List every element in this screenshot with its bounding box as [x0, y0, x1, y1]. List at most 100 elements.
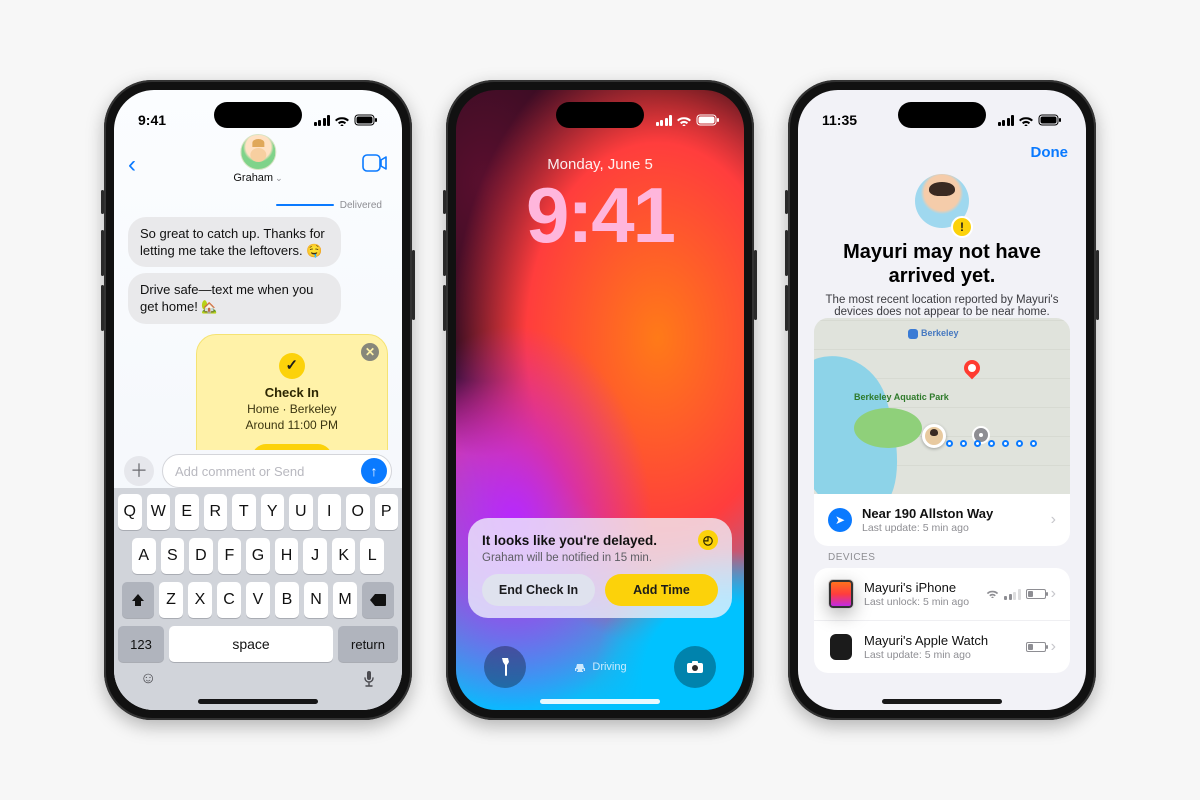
backspace-key[interactable] [362, 582, 394, 618]
home-indicator[interactable] [882, 699, 1002, 704]
key-c[interactable]: C [217, 582, 241, 618]
compose-bar: ＋ Add comment or Send ↑ [124, 454, 392, 488]
phone-checkin-details: 11:35 Done ! Mayuri may not have arrived… [788, 80, 1096, 720]
shift-key[interactable] [122, 582, 154, 618]
phone-lockscreen: 9:41 Monday, June 5 9:41 It looks like y… [446, 80, 754, 720]
key-o[interactable]: O [346, 494, 370, 530]
add-time-button[interactable]: Add Time [605, 574, 718, 606]
focus-indicator[interactable]: Driving [573, 661, 626, 673]
location-row[interactable]: ➤ Near 190 Allston Way Last update: 5 mi… [814, 494, 1070, 546]
key-v[interactable]: V [246, 582, 270, 618]
modal-toolbar: Done [798, 134, 1086, 170]
destination-pin-icon [961, 357, 984, 380]
keyboard-row: ASDFGHJKL [118, 538, 398, 574]
emoji-key[interactable]: ☺ [140, 670, 156, 693]
key-e[interactable]: E [175, 494, 199, 530]
map-park-label: Berkeley Aquatic Park [854, 392, 949, 402]
devices-list: Mayuri's iPhone Last unlock: 5 min ago ›… [814, 568, 1070, 673]
wifi-icon [1018, 114, 1034, 126]
key-w[interactable]: W [147, 494, 171, 530]
dictation-key[interactable] [362, 670, 376, 693]
key-x[interactable]: X [188, 582, 212, 618]
close-icon[interactable]: ✕ [361, 343, 379, 361]
checkin-notification[interactable]: It looks like you're delayed. ◴ Graham w… [468, 518, 732, 618]
home-indicator[interactable] [540, 699, 660, 704]
back-button[interactable]: ‹ [128, 151, 136, 179]
camera-button[interactable] [674, 646, 716, 688]
home-indicator[interactable] [198, 699, 318, 704]
key-y[interactable]: Y [261, 494, 285, 530]
key-d[interactable]: D [189, 538, 213, 574]
notif-subline: Graham will be notified in 15 min. [482, 552, 718, 564]
key-z[interactable]: Z [159, 582, 183, 618]
key-m[interactable]: M [333, 582, 357, 618]
lock-dock: Driving [456, 646, 744, 688]
message-bubble: So great to catch up. Thanks for letting… [128, 217, 341, 267]
map-city-label: Berkeley [908, 328, 959, 339]
notif-headline: It looks like you're delayed. [482, 533, 657, 548]
watch-icon [830, 634, 852, 660]
flashlight-button[interactable] [484, 646, 526, 688]
key-l[interactable]: L [360, 538, 384, 574]
key-i[interactable]: I [318, 494, 342, 530]
edit-button[interactable]: Edit [252, 444, 332, 450]
location-arrow-icon: ➤ [828, 508, 852, 532]
key-a[interactable]: A [132, 538, 156, 574]
key-g[interactable]: G [246, 538, 270, 574]
contact-avatar[interactable] [240, 134, 276, 170]
checkin-eta: Around 11:00 PM [211, 418, 373, 432]
message-bubble: Drive safe—text me when you get home! 🏡 [128, 273, 341, 323]
key-h[interactable]: H [275, 538, 299, 574]
iphone-icon [828, 579, 854, 609]
send-button[interactable]: ↑ [361, 458, 387, 484]
alert-title: Mayuri may not have arrived yet. [814, 241, 1070, 288]
devices-section-label: DEVICES [828, 552, 875, 563]
numbers-key[interactable]: 123 [118, 626, 164, 662]
battery-icon [696, 114, 720, 126]
key-u[interactable]: U [289, 494, 313, 530]
status-time: 11:35 [822, 112, 857, 128]
checkin-destination: Home · Berkeley [211, 402, 373, 416]
messages-header: ‹ Graham⌄ [114, 134, 402, 196]
battery-icon [354, 114, 378, 126]
key-r[interactable]: R [204, 494, 228, 530]
lock-time: 9:41 [456, 170, 744, 261]
battery-icon [1026, 642, 1046, 652]
key-t[interactable]: T [232, 494, 256, 530]
message-input[interactable]: Add comment or Send ↑ [162, 454, 392, 488]
attach-button[interactable]: ＋ [124, 456, 154, 486]
space-key[interactable]: space [169, 626, 333, 662]
key-j[interactable]: J [303, 538, 327, 574]
wifi-icon [334, 114, 350, 126]
status-time: 9:41 [138, 112, 166, 128]
dynamic-island [214, 102, 302, 128]
device-row[interactable]: Mayuri's iPhone Last unlock: 5 min ago › [814, 568, 1070, 621]
phone-messages: 9:41 ‹ Graham⌄ Delivered So great to cat… [104, 80, 412, 720]
key-q[interactable]: Q [118, 494, 142, 530]
wifi-icon [986, 588, 999, 601]
key-b[interactable]: B [275, 582, 299, 618]
location-map[interactable]: Berkeley Aquatic Park Berkeley [814, 318, 1070, 494]
done-button[interactable]: Done [1031, 144, 1069, 161]
facetime-button[interactable] [362, 154, 388, 177]
keyboard-row: ZXCVBNM [118, 582, 398, 618]
checkmark-icon: ✓ [279, 353, 305, 379]
return-key[interactable]: return [338, 626, 398, 662]
keyboard: QWERTYUIOP ASDFGHJKL ZXCVBNM 123 space r… [114, 488, 402, 710]
key-p[interactable]: P [375, 494, 399, 530]
car-icon [573, 661, 587, 673]
key-n[interactable]: N [304, 582, 328, 618]
chevron-right-icon: › [1051, 585, 1056, 603]
key-f[interactable]: F [218, 538, 242, 574]
end-checkin-button[interactable]: End Check In [482, 574, 595, 606]
three-phone-showcase: 9:41 ‹ Graham⌄ Delivered So great to cat… [0, 0, 1200, 800]
device-row[interactable]: Mayuri's Apple Watch Last update: 5 min … [814, 621, 1070, 673]
keyboard-row: 123 space return [118, 626, 398, 662]
key-k[interactable]: K [332, 538, 356, 574]
contact-name[interactable]: Graham⌄ [233, 172, 282, 184]
key-s[interactable]: S [161, 538, 185, 574]
cellular-icon [314, 115, 331, 126]
message-thread[interactable]: Delivered So great to catch up. Thanks f… [114, 198, 402, 450]
checkin-card: ✕ ✓ Check In Home · Berkeley Around 11:0… [196, 334, 388, 450]
route-path [946, 434, 1060, 436]
